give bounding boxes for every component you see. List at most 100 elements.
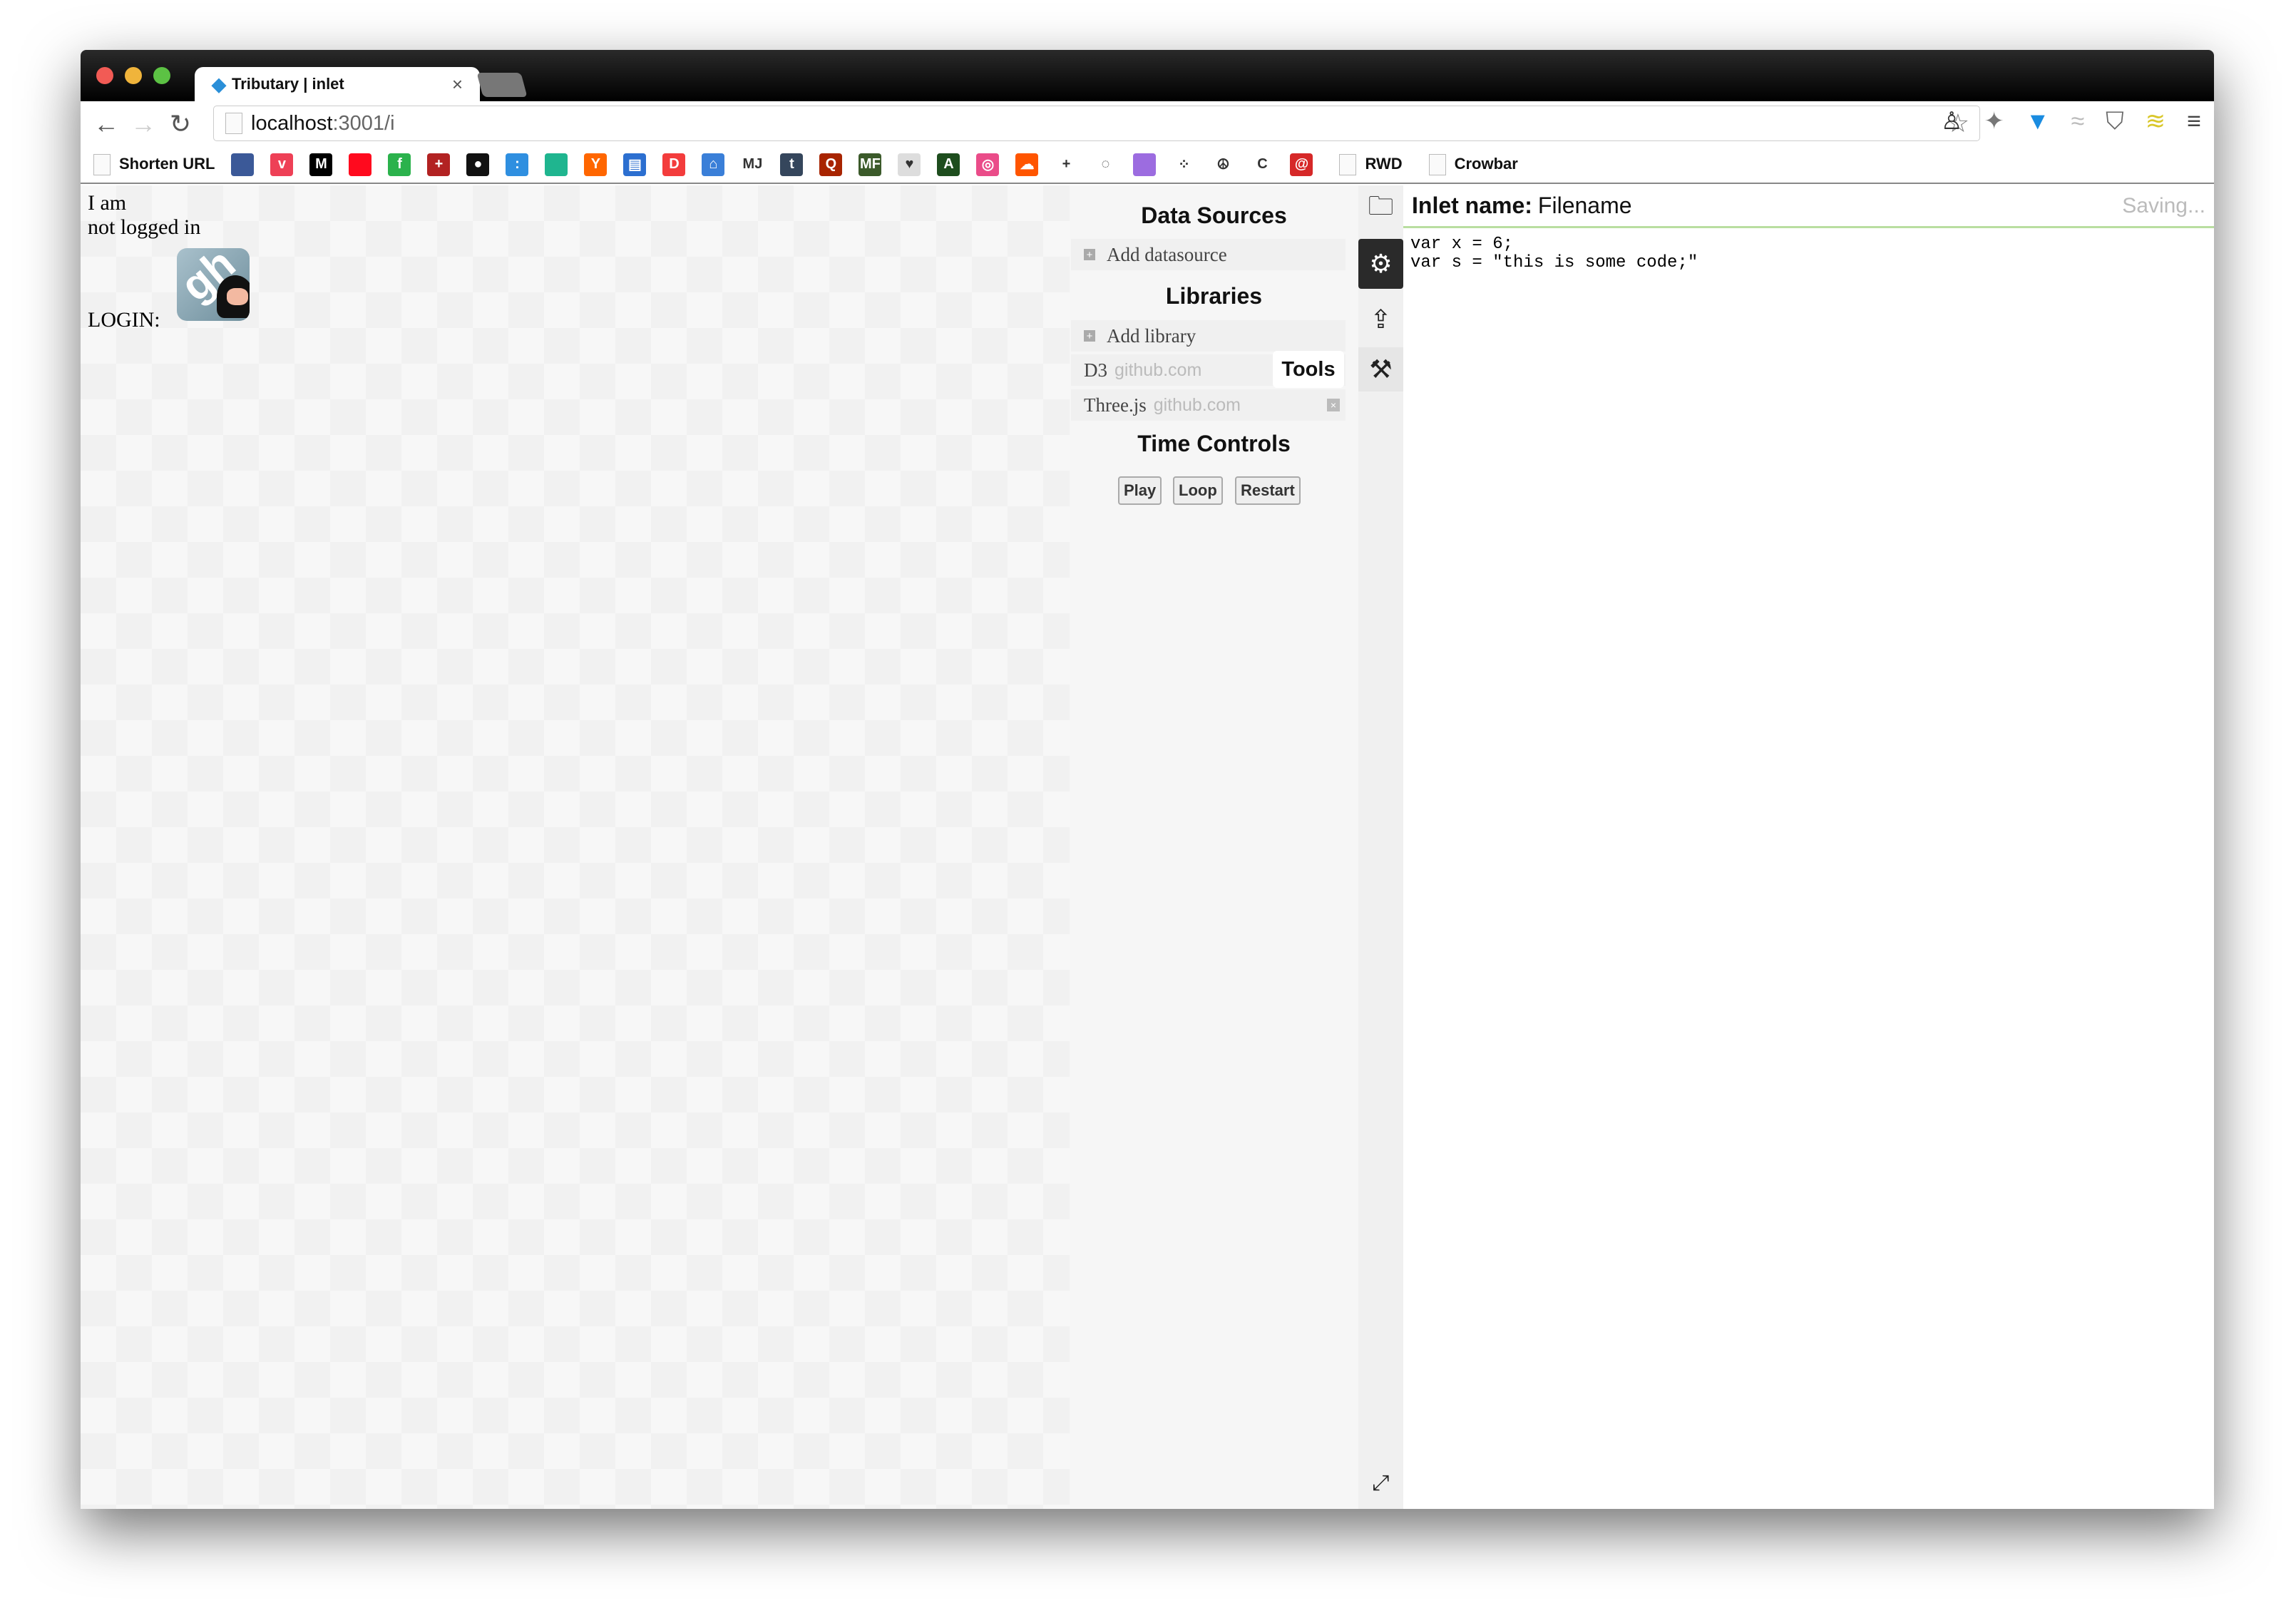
maximize-window-button[interactable] <box>153 67 170 84</box>
folder-icon[interactable]: 🗀 <box>1358 191 1403 227</box>
bookmark-shorten-url[interactable]: Shorten URL <box>93 153 215 175</box>
extensions: ♙ ✦ ▼ ≈ ⛉ ≋ ≡ <box>1941 107 2201 135</box>
add-library-label: Add library <box>1107 324 1196 347</box>
github-icon[interactable]: ● <box>466 153 490 176</box>
login-status-line1: I am <box>88 191 127 215</box>
pocket-icon[interactable]: ⛉ <box>2106 108 2124 135</box>
d-icon[interactable]: D <box>662 153 686 176</box>
bookmark-crowbar[interactable]: Crowbar <box>1428 153 1518 175</box>
tumblr-icon[interactable]: t <box>780 153 804 176</box>
library-source: github.com <box>1114 359 1202 380</box>
page-icon <box>1428 153 1446 175</box>
data-sources-title: Data Sources <box>1141 203 1287 228</box>
new-tab-button[interactable] <box>476 73 528 97</box>
browser-window: ◆ Tributary | inlet × ← → ↻ localhost:30… <box>81 50 2214 1509</box>
icon-sidebar: 🗀 ⚙ ⇪ ⚒ ⤢ <box>1358 185 1403 1509</box>
c-icon[interactable]: C <box>1251 153 1274 176</box>
forward-icon[interactable]: → <box>125 109 162 139</box>
nodes-icon[interactable]: ⁘ <box>1172 153 1196 176</box>
funnel-icon[interactable]: ▼ <box>2026 108 2050 135</box>
bookmark-rwd[interactable]: RWD <box>1339 153 1403 175</box>
bookmarks-bar: Shorten URL v Mf + ●: Y ▤ D ⌂ MJ t Q MF ♥ A ◎ ☁ + ◌ ⁘ ☮ C @ RWD… <box>81 146 2214 184</box>
reload-icon[interactable]: ↻ <box>162 109 199 139</box>
page-icon <box>1339 153 1357 175</box>
library-source: github.com <box>1153 394 1241 415</box>
expand-icon[interactable]: ⤢ <box>1358 1465 1403 1501</box>
library-name: Three.js <box>1084 394 1147 416</box>
bookmark-icon[interactable]: ⌂ <box>702 153 725 176</box>
news-icon[interactable]: ▤ <box>623 153 647 176</box>
mf-icon[interactable]: MF <box>859 153 882 176</box>
bookmark-label: RWD <box>1365 154 1403 173</box>
minimize-window-button[interactable] <box>125 67 142 84</box>
quora-icon[interactable]: Q <box>819 153 843 176</box>
red-square-icon[interactable] <box>349 153 372 176</box>
feedly-icon[interactable]: f <box>388 153 411 176</box>
menu-icon[interactable]: ≡ <box>2187 108 2201 135</box>
code-area[interactable]: var x = 6; var s = "this is some code;" <box>1403 228 2214 280</box>
add-library-button[interactable]: + Add library <box>1071 320 1346 352</box>
medium-icon[interactable]: M <box>309 153 333 176</box>
url-host: localhost <box>251 111 333 135</box>
address-bar[interactable]: localhost:3001/i ☆ <box>213 106 1980 141</box>
stack-icon[interactable]: ≋ <box>2146 107 2166 135</box>
lamp-icon[interactable]: ♙ <box>1941 107 1962 135</box>
login-status-line2: not logged in <box>88 215 201 239</box>
library-item[interactable]: Three.js github.com × <box>1071 389 1346 421</box>
book-icon[interactable] <box>231 153 255 176</box>
rainbow-icon[interactable] <box>1133 153 1157 176</box>
github-login-button[interactable]: gh <box>177 248 250 321</box>
browser-toolbar: ← → ↻ localhost:3001/i ☆ ♙ ✦ ▼ ≈ ⛉ ≋ ≡ <box>81 101 2214 146</box>
dots-icon[interactable]: : <box>506 153 529 176</box>
play-button[interactable]: Play <box>1118 476 1162 505</box>
plus-icon: + <box>1084 330 1095 342</box>
dribbble-icon[interactable]: ◎ <box>976 153 1000 176</box>
heart-icon[interactable]: ♥ <box>898 153 921 176</box>
inlet-name-input[interactable]: Filename <box>1538 193 1632 219</box>
libraries-title: Libraries <box>1165 283 1263 309</box>
bookmark-label: Shorten URL <box>119 154 215 173</box>
plus-icon: + <box>1084 249 1095 261</box>
soundcloud-icon[interactable]: ☁ <box>1015 153 1039 176</box>
peace-icon[interactable]: ☮ <box>1211 153 1235 176</box>
octocat-face <box>227 288 248 305</box>
time-controls-title: Time Controls <box>1137 431 1291 456</box>
tab-tributary[interactable]: ◆ Tributary | inlet × <box>195 67 480 101</box>
tools-tooltip: Tools <box>1273 351 1344 388</box>
editor-header: Inlet name: Filename Saving... <box>1403 185 2214 228</box>
plus-dots-icon[interactable]: + <box>1055 153 1078 176</box>
url-path: :3001/i <box>332 111 395 135</box>
tab-title: Tributary | inlet <box>232 75 344 93</box>
inlet-name-label: Inlet name: <box>1412 193 1532 218</box>
display-area: I am not logged in LOGIN: gh <box>81 185 1070 1509</box>
columns-icon[interactable] <box>545 153 568 176</box>
page-icon <box>93 153 111 175</box>
mj-icon[interactable]: MJ <box>741 153 764 176</box>
a-icon[interactable]: A <box>937 153 960 176</box>
library-name: D3 <box>1084 359 1107 381</box>
pocket-icon[interactable]: v <box>270 153 294 176</box>
gear-icon[interactable]: ⚙ <box>1358 239 1403 289</box>
remove-library-icon[interactable]: × <box>1327 399 1340 411</box>
wave-icon[interactable]: ≈ <box>2071 108 2084 135</box>
restart-button[interactable]: Restart <box>1235 476 1301 505</box>
clock-cross-icon[interactable]: + <box>427 153 451 176</box>
page-icon <box>225 113 242 134</box>
page-content: I am not logged in LOGIN: gh Data Source… <box>81 185 2214 1509</box>
pin-icon[interactable]: ✦ <box>1984 107 2004 135</box>
loop-button[interactable]: Loop <box>1173 476 1223 505</box>
add-datasource-button[interactable]: + Add datasource <box>1071 239 1346 270</box>
mail-icon[interactable]: @ <box>1290 153 1313 176</box>
tributary-icon: ◆ <box>212 73 226 95</box>
code-editor: Inlet name: Filename Saving... var x = 6… <box>1403 185 2214 1509</box>
config-panel: Data Sources + Add datasource Libraries … <box>1070 185 1358 1509</box>
add-datasource-label: Add datasource <box>1107 243 1227 265</box>
back-icon[interactable]: ← <box>88 109 125 139</box>
close-window-button[interactable] <box>96 67 113 84</box>
save-status: Saving... <box>2122 193 2205 217</box>
ycombinator-icon[interactable]: Y <box>584 153 608 176</box>
tools-icon[interactable]: ⚒ <box>1358 347 1403 391</box>
export-icon[interactable]: ⇪ <box>1358 298 1403 341</box>
tab-close-icon[interactable]: × <box>452 73 463 96</box>
circle-net-icon[interactable]: ◌ <box>1094 153 1117 176</box>
